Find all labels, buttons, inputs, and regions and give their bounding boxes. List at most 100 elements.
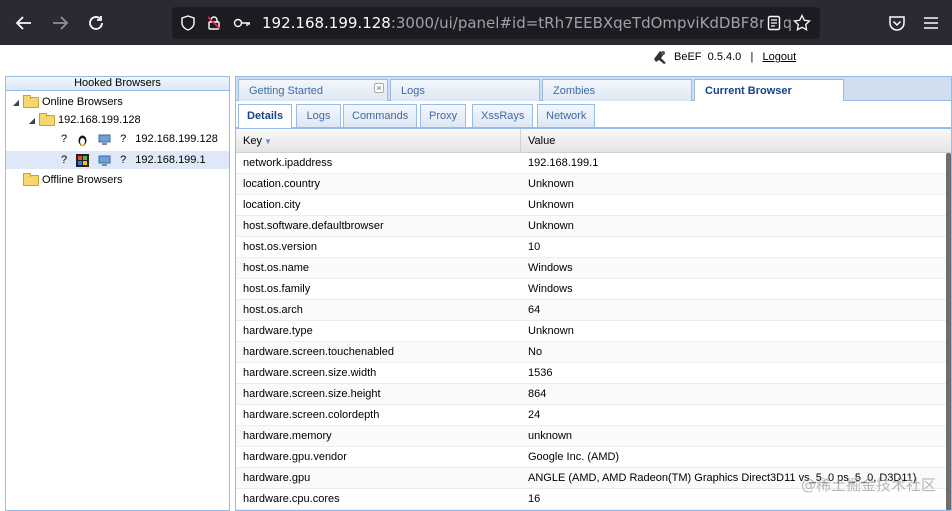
- url-text[interactable]: 192.168.199.128:3000/ui/panel#id=tRh7EEB…: [262, 14, 802, 32]
- row-value: unknown: [528, 430, 573, 442]
- row-key: hardware.memory: [243, 430, 332, 442]
- subtab-details[interactable]: Details: [238, 104, 293, 128]
- table-row[interactable]: network.ipaddress 192.168.199.1: [236, 153, 946, 174]
- grid-header: Key ▼ Value: [236, 129, 951, 153]
- table-row[interactable]: hardware.cpu.cores 16: [236, 489, 946, 510]
- row-value: Unknown: [528, 325, 574, 337]
- row-key: host.os.name: [243, 262, 310, 274]
- offline-browsers-label: Offline Browsers: [42, 174, 123, 186]
- linux-tux-icon: [78, 135, 87, 146]
- table-row[interactable]: host.os.version 10: [236, 237, 946, 258]
- table-row[interactable]: hardware.screen.size.height 864: [236, 384, 946, 405]
- table-row[interactable]: hardware.memory unknown: [236, 426, 946, 447]
- bookmark-star-icon[interactable]: [792, 13, 812, 33]
- table-row[interactable]: location.country Unknown: [236, 174, 946, 195]
- back-button[interactable]: [11, 10, 37, 36]
- logout-link[interactable]: Logout: [762, 51, 796, 63]
- row-key: hardware.gpu: [243, 472, 311, 484]
- tab-current-browser[interactable]: Current Browser: [694, 79, 844, 102]
- row-key: hardware.screen.colordepth: [243, 409, 380, 421]
- browser-toolbar: 192.168.199.128:3000/ui/panel#id=tRh7EEB…: [0, 0, 952, 45]
- row-key: hardware.type: [243, 325, 313, 337]
- url-path: :3000/ui/panel#id=tRh7EEBXqeTdOmpviKdDBF…: [390, 14, 803, 32]
- grid-scrollbar[interactable]: [946, 153, 951, 510]
- subtab-commands-label: Commands: [352, 110, 409, 122]
- row-value: ANGLE (AMD, AMD Radeon(TM) Graphics Dire…: [528, 472, 917, 484]
- unknown-os-icon: ?: [120, 133, 127, 145]
- beef-header: BeEF 0.5.4.0 | Logout: [0, 45, 952, 75]
- table-row[interactable]: hardware.type Unknown: [236, 321, 946, 342]
- row-key: network.ipaddress: [243, 157, 333, 169]
- row-value: 24: [528, 409, 541, 421]
- app-menu-button[interactable]: [918, 10, 944, 36]
- url-bar[interactable]: 192.168.199.128:3000/ui/panel#id=tRh7EEB…: [172, 7, 820, 39]
- subtab-details-label: Details: [247, 110, 284, 122]
- tree-node-host[interactable]: ◢ 192.168.199.128: [27, 111, 141, 129]
- tree-node-offline-browsers[interactable]: Offline Browsers: [23, 171, 123, 189]
- subtab-network[interactable]: Network: [537, 104, 596, 127]
- subtab-commands[interactable]: Commands: [343, 104, 418, 127]
- tab-current-browser-label: Current Browser: [705, 85, 792, 97]
- hamburger-menu-icon: [924, 17, 938, 29]
- row-key: host.software.defaultbrowser: [243, 220, 384, 232]
- reload-button[interactable]: [83, 10, 109, 36]
- tab-logs[interactable]: Logs: [390, 79, 540, 101]
- browser-1-ip: 192.168.199.128: [135, 133, 218, 145]
- table-row[interactable]: hardware.gpu ANGLE (AMD, AMD Radeon(TM) G…: [236, 468, 946, 489]
- tab-logs-label: Logs: [401, 85, 425, 97]
- url-host: 192.168.199.128: [262, 14, 391, 32]
- table-row[interactable]: hardware.gpu.vendor Google Inc. (AMD): [236, 447, 946, 468]
- tree-node-browser-2[interactable]: ? ? 192.168.199.1: [6, 151, 229, 169]
- tree-node-browser-1[interactable]: ? ? 192.168.199.128: [61, 130, 226, 148]
- reader-view-icon[interactable]: [764, 13, 784, 33]
- column-header-value[interactable]: Value: [521, 129, 951, 153]
- forward-button[interactable]: [47, 10, 73, 36]
- tree-node-online-browsers[interactable]: ◢ Online Browsers: [11, 93, 123, 111]
- insecure-lock-icon[interactable]: [204, 13, 224, 33]
- subtab-proxy[interactable]: Proxy: [420, 104, 467, 127]
- sort-down-icon[interactable]: ▼: [264, 137, 272, 146]
- scrollbar-thumb[interactable]: [946, 153, 951, 510]
- table-row[interactable]: hardware.screen.size.width 1536: [236, 363, 946, 384]
- tab-getting-started[interactable]: Getting Started ×: [238, 79, 388, 101]
- tab-getting-started-label: Getting Started: [249, 85, 323, 97]
- pocket-icon: [889, 16, 905, 31]
- key-header-label: Key: [243, 135, 262, 147]
- subtab-logs-label: Logs: [306, 110, 331, 122]
- subtab-xssrays[interactable]: XssRays: [472, 104, 534, 127]
- subtab-proxy-label: Proxy: [429, 110, 458, 122]
- table-row[interactable]: hardware.screen.colordepth 24: [236, 405, 946, 426]
- close-icon[interactable]: ×: [374, 83, 384, 93]
- subtab-network-label: Network: [546, 110, 587, 122]
- browser-2-ip: 192.168.199.1: [135, 154, 206, 166]
- row-key: hardware.gpu.vendor: [243, 451, 347, 463]
- tree-collapse-icon[interactable]: ◢: [11, 98, 21, 107]
- pocket-button[interactable]: [884, 10, 910, 36]
- desktop-computer-icon: [98, 155, 111, 166]
- table-row[interactable]: host.os.arch 64: [236, 300, 946, 321]
- key-permission-icon[interactable]: [232, 13, 252, 33]
- sub-tab-strip: Details Logs Commands Proxy XssRays Netw…: [235, 101, 952, 128]
- tab-zombies[interactable]: Zombies: [542, 79, 692, 101]
- tree-collapse-icon[interactable]: ◢: [27, 116, 37, 125]
- folder-open-icon: [23, 94, 39, 108]
- subtab-logs[interactable]: Logs: [296, 104, 341, 127]
- table-row[interactable]: location.city Unknown: [236, 195, 946, 216]
- column-header-key[interactable]: Key ▼: [236, 129, 521, 153]
- host-label: 192.168.199.128: [58, 114, 141, 126]
- beef-version-text: BeEF 0.5.4.0 | Logout: [674, 51, 796, 63]
- row-key: host.os.arch: [243, 304, 303, 316]
- tab-zombies-label: Zombies: [553, 85, 596, 97]
- main-tab-strip: Getting Started × Logs Zombies Current B…: [235, 76, 952, 102]
- unknown-os-icon: ?: [120, 154, 127, 166]
- table-row[interactable]: hardware.screen.touchenabled No: [236, 342, 946, 363]
- table-row[interactable]: host.os.name Windows: [236, 258, 946, 279]
- back-arrow-icon: [15, 16, 31, 30]
- table-row[interactable]: host.os.family Windows: [236, 279, 946, 300]
- folder-open-icon: [39, 112, 55, 126]
- subtab-xssrays-label: XssRays: [481, 110, 525, 122]
- table-row[interactable]: host.software.defaultbrowser Unknown: [236, 216, 946, 237]
- tracking-protection-shield-icon[interactable]: [178, 13, 198, 33]
- row-value: 192.168.199.1: [528, 157, 599, 169]
- row-key: hardware.screen.size.width: [243, 367, 377, 379]
